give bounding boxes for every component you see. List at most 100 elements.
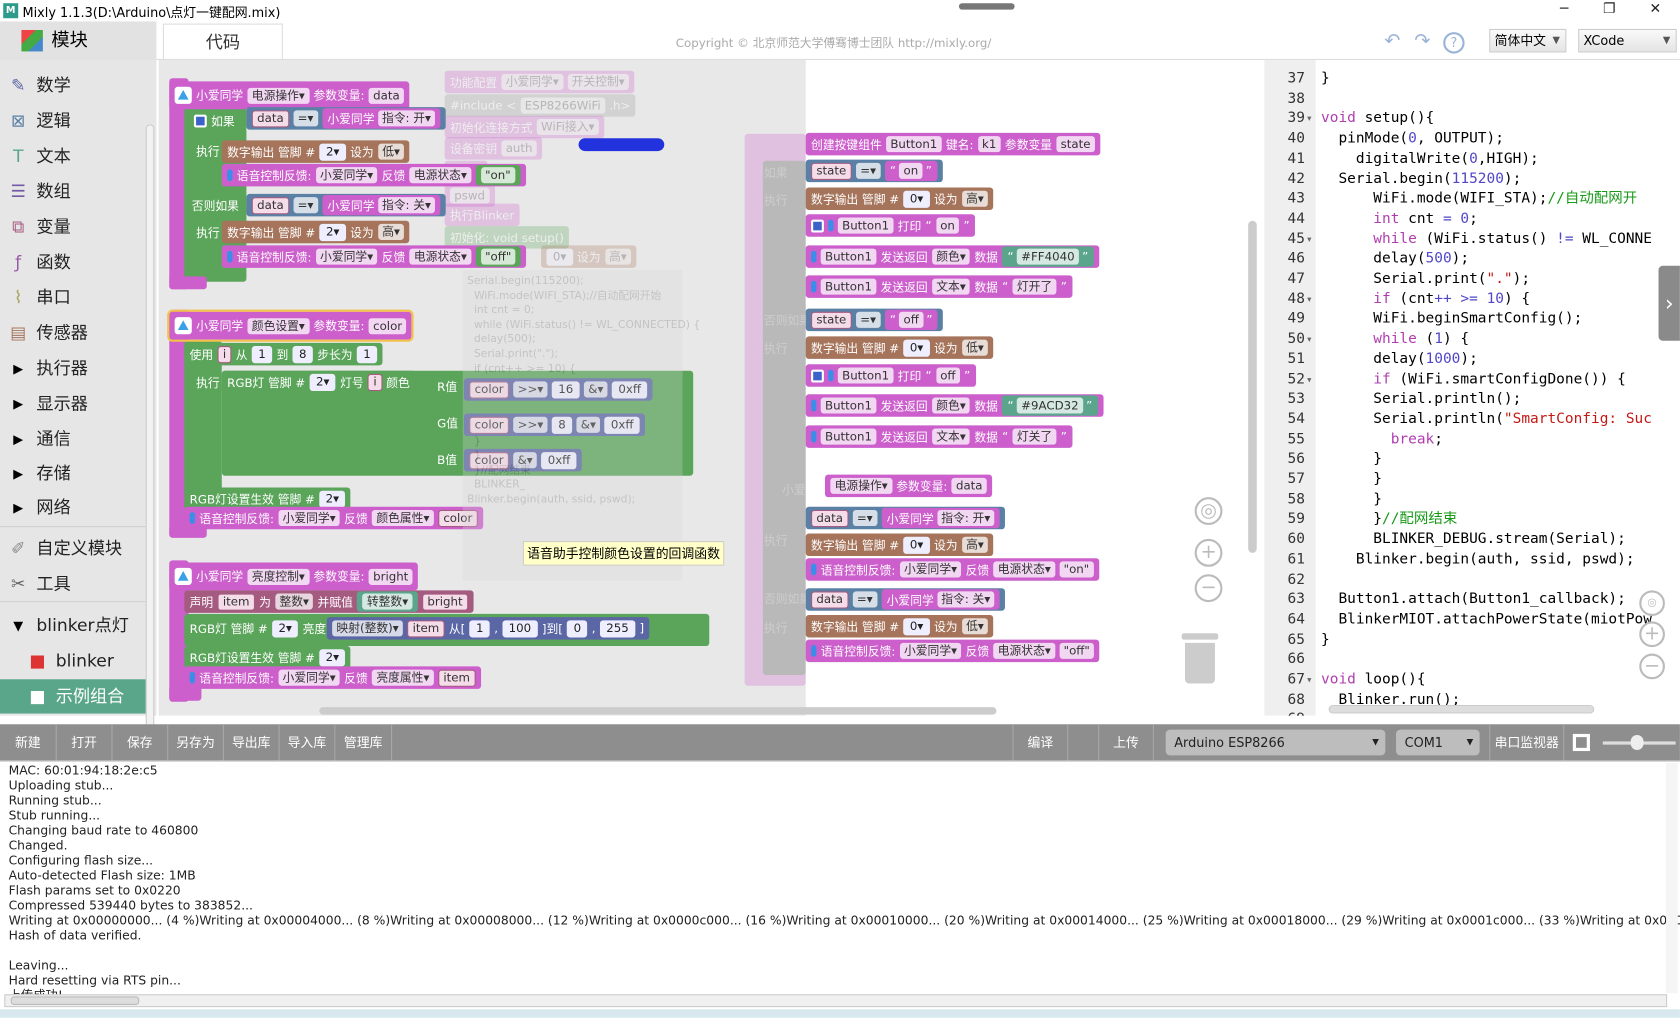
block-field[interactable]: Button1 [820, 248, 877, 265]
block-field[interactable]: 低▾ [377, 143, 405, 160]
zoom-in-button[interactable]: + [1194, 538, 1223, 567]
block[interactable]: 语音控制反馈: 小爱同学▾ 反馈 电源状态▾ "on" [221, 163, 526, 187]
block-field[interactable]: on [899, 162, 923, 179]
nested-block[interactable]: "on" [475, 164, 521, 186]
faded-block[interactable]: 执行 [759, 528, 793, 550]
block-field[interactable]: Button1 [820, 278, 877, 295]
faded-block[interactable]: 如果 [759, 161, 793, 183]
block[interactable]: 小爱同学 亮度控制▾ 参数变量: bright [169, 562, 418, 591]
nested-block[interactable]: "off" [475, 246, 521, 267]
nested-block[interactable]: “#9ACD32” [1002, 395, 1098, 416]
block-field[interactable]: Button1 [820, 397, 877, 414]
block-variable[interactable]: i [217, 345, 232, 363]
zoom-in-button[interactable]: + [1639, 621, 1665, 648]
block-variable[interactable]: data [811, 590, 849, 609]
block[interactable]: Button1 发送返回 颜色▾ 数据 “#FF4040” [805, 245, 1099, 268]
chevron-right-icon[interactable]: › [1658, 265, 1680, 341]
block-number[interactable]: 100 [502, 619, 538, 637]
sidebar-item-5[interactable]: ƒ 函数 [0, 245, 146, 279]
block-field[interactable]: 小爱同学▾ [315, 167, 378, 184]
zoom-out-button[interactable]: − [1639, 653, 1665, 680]
blockly-workspace[interactable]: 功能配置 小爱同学▾ 开关控制▾ #include < ESP8266WiFi .h> 初始… [158, 59, 1265, 716]
nested-block[interactable]: 转整数▾ [357, 591, 418, 612]
block[interactable]: 小爱同学 电源操作▾ 参数变量: data [169, 81, 410, 110]
sidebar-item-1[interactable]: ⊠ 逻辑 [0, 104, 146, 138]
sidebar-item-6[interactable]: ⌇ 串口 [0, 281, 146, 315]
center-icon[interactable]: ◎ [1194, 497, 1223, 525]
block[interactable]: state =▾ “on” [805, 159, 943, 183]
block-number[interactable]: 2▾ [319, 223, 346, 241]
block-field[interactable]: 小爱同学▾ [315, 248, 378, 265]
block-field[interactable]: Button1 [837, 367, 894, 384]
nested-block[interactable]: 小爱同学 指令: 关▾ [881, 589, 1000, 610]
sidebar-item-3[interactable]: ☰ 数组 [0, 175, 146, 209]
block-field[interactable]: 小爱同学▾ [278, 509, 340, 527]
block[interactable]: 语音控制反馈: 小爱同学▾ 反馈 电源状态▾ "on" [805, 558, 1099, 581]
block-field[interactable]: 转整数▾ [362, 593, 413, 610]
block-field[interactable]: 颜色设置▾ [247, 317, 310, 334]
block-field[interactable]: Button1 [837, 217, 894, 234]
block-field[interactable]: 文本▾ [931, 428, 971, 445]
block-variable[interactable]: data [251, 196, 290, 214]
block[interactable]: RGB灯 管脚 #2▾ 灯号 i 颜色 [221, 370, 416, 394]
toolbar-button-2[interactable]: 保存 [112, 724, 169, 761]
toolbar-button-3[interactable]: 另存为 [168, 724, 224, 761]
block-field[interactable]: 小爱同学▾ [899, 642, 962, 659]
tab-code[interactable]: 代码 [162, 23, 283, 60]
block[interactable]: 数字输出 管脚 #0▾ 设为 高▾ [805, 187, 994, 210]
block-field[interactable]: "on" [1059, 561, 1094, 578]
block-number[interactable]: 0▾ [903, 339, 930, 357]
zoom-out-button[interactable]: − [1194, 574, 1223, 603]
chip-icon[interactable] [1572, 733, 1590, 752]
block-field[interactable]: 指令: 关▾ [936, 591, 995, 608]
toolbar-button-4[interactable]: 导出库 [224, 724, 280, 761]
block-field[interactable]: 灯开了 [1012, 278, 1057, 295]
zoom-slider-handle[interactable] [1630, 734, 1644, 750]
block-field[interactable]: 高▾ [377, 223, 405, 240]
sidebar-item-11[interactable]: ▶ 存储 [0, 456, 146, 490]
serial-monitor-button[interactable]: 串口监视器 [1489, 724, 1565, 761]
language-select[interactable]: 简体中文 ▼ [1489, 28, 1567, 53]
block-number[interactable]: 2▾ [272, 619, 299, 637]
minimize-button[interactable]: ─ [1548, 1, 1580, 17]
block-number[interactable]: 1 [469, 619, 490, 637]
faded-block[interactable]: 执行 [759, 189, 793, 211]
maximize-button[interactable]: ❐ [1593, 1, 1625, 17]
block-field[interactable]: WiFi接入▾ [536, 118, 599, 135]
block-field[interactable]: 电源状态▾ [409, 167, 472, 184]
block[interactable]: Button1 打印 “on” [805, 214, 975, 237]
toolbar-button-5[interactable]: 导入库 [280, 724, 336, 761]
block-field[interactable]: pswd [449, 187, 490, 204]
undo-icon[interactable]: ↶ [1384, 30, 1400, 52]
faded-block[interactable]: 执行Blinker [444, 203, 520, 227]
theme-select[interactable]: XCode ▼ [1578, 28, 1677, 53]
block-field[interactable]: 亮度控制▾ [247, 568, 310, 585]
block-field[interactable]: 开关控制▾ [567, 73, 629, 90]
faded-block[interactable]: 执行 [759, 336, 793, 358]
block-field[interactable]: "on" [480, 167, 515, 184]
block[interactable]: 语音控制反馈: 小爱同学▾ 反馈 电源状态▾ "off" [805, 639, 1100, 663]
nested-block[interactable]: “off” [884, 309, 938, 330]
block[interactable]: G值 [432, 411, 464, 433]
block[interactable]: 数字输出 管脚 #2▾ 设为 低▾ [221, 140, 410, 163]
block-field[interactable]: 颜色属性▾ [372, 509, 434, 527]
block[interactable]: Button1 发送返回 颜色▾ 数据 “#9ACD32” [805, 394, 1104, 417]
block-field[interactable]: ESP8266WiFi [520, 97, 605, 114]
block-number[interactable]: 8 [292, 345, 313, 363]
block-field[interactable]: Button1 [820, 428, 877, 445]
block[interactable]: 使用 i 从 1 到 8 步长为 1 [184, 342, 383, 366]
block[interactable]: Button1 发送返回 文本▾ 数据 “灯关了” [805, 425, 1073, 448]
block-field[interactable]: 颜色▾ [931, 397, 971, 414]
block-number[interactable]: 2▾ [319, 648, 346, 666]
block-field[interactable]: k1 [977, 136, 1001, 153]
console-hscrollbar[interactable] [4, 994, 1668, 1008]
sidebar-item-16[interactable]: ■ blinker [0, 644, 146, 678]
block[interactable]: state =▾ “off” [805, 308, 944, 332]
block-field[interactable]: =▾ [293, 110, 318, 127]
block-field[interactable]: 映射(整数)▾ [332, 620, 403, 637]
block-field[interactable]: 小爱同学▾ [278, 669, 340, 686]
block[interactable]: 数字输出 管脚 #2▾ 设为 高▾ [221, 220, 410, 244]
sidebar-item-7[interactable]: ▤ 传感器 [0, 316, 146, 350]
block-variable[interactable]: bright [422, 593, 468, 611]
block[interactable]: 创建按键组件 Button1 键名: k1 参数变量 state [805, 132, 1101, 156]
